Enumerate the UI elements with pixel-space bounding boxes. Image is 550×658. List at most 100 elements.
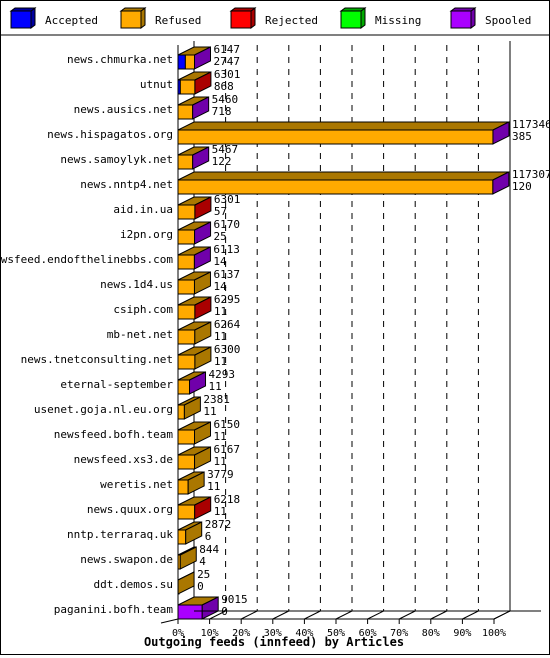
bar-row: ddt.demos.su250 — [94, 568, 210, 595]
category-label: news.1d4.us — [100, 278, 173, 291]
legend: Accepted Refused Rejected Missing Spooled — [9, 7, 531, 29]
bar-segment-refused — [177, 204, 196, 220]
bar-row: news.quux.org621811 — [87, 493, 240, 520]
x-tick-depth — [240, 610, 258, 620]
bar-row: news.hispagatos.org117346385 — [47, 118, 550, 145]
x-tick-depth — [272, 610, 290, 620]
bar-segment-refused — [177, 104, 194, 120]
category-label: paganini.bofh.team — [54, 603, 174, 616]
legend-swatch — [120, 10, 142, 29]
legend-swatch-top — [339, 7, 367, 12]
bar-value-secondary: 11 — [214, 305, 227, 318]
bar-value-secondary: 4 — [199, 555, 206, 568]
legend-swatch-top — [9, 7, 37, 12]
category-label: eternal-september — [60, 378, 173, 391]
bar-segment-refused — [184, 54, 195, 70]
bar-value-secondary: 11 — [209, 380, 222, 393]
bar-row: news.swapon.de8444 — [80, 543, 220, 570]
x-tick-depth — [493, 610, 511, 620]
bar-value-secondary: 14 — [213, 255, 227, 268]
bar-value-secondary: 11 — [214, 355, 227, 368]
bar-segment-refused — [177, 154, 194, 170]
bar-value-secondary: 25 — [214, 230, 227, 243]
legend-swatch — [450, 10, 472, 29]
bar-value-secondary: 120 — [512, 180, 532, 193]
bar-value-secondary: 718 — [212, 105, 232, 118]
x-tick-label: 100% — [482, 628, 506, 639]
bar-row: usenet.goja.nl.eu.org238111 — [34, 393, 230, 420]
bar-segment-refused — [177, 379, 191, 395]
bar-value-secondary: 0 — [197, 580, 204, 593]
bar-row: news.nntp4.net117307120 — [80, 168, 550, 195]
bar-top-face — [177, 121, 510, 131]
bar-row: news.tnetconsulting.net630011 — [21, 343, 240, 370]
chart: Accepted Refused Rejected Missing Spooled ne… — [0, 7, 550, 649]
x-tick-depth — [304, 610, 321, 620]
category-label: nntp.terraraq.uk — [67, 528, 173, 541]
bar-segment-refused — [177, 229, 196, 245]
bar-row: i2pn.org617025 — [120, 218, 240, 245]
category-label: aid.in.ua — [113, 203, 173, 216]
bar-value-secondary: 11 — [203, 405, 216, 418]
x-tick-label: 80% — [422, 628, 440, 639]
category-label: csiph.com — [113, 303, 173, 316]
bar-segment-refused — [177, 304, 196, 320]
legend-item-spooled: Spooled — [449, 7, 531, 29]
bar-segment-refused — [177, 129, 494, 145]
category-label: newsfeed.xs3.de — [74, 453, 173, 466]
category-label: usenet.goja.nl.eu.org — [34, 403, 173, 416]
bar-value-secondary: 57 — [214, 205, 227, 218]
category-label: ddt.demos.su — [94, 578, 173, 591]
x-tick-depth — [335, 610, 353, 620]
category-label: i2pn.org — [120, 228, 173, 241]
chart-frame: Accepted Refused Rejected Missing Spooled ne… — [0, 0, 550, 655]
legend-swatch — [230, 10, 252, 29]
legend-label: Spooled — [485, 14, 531, 27]
category-label: news.hispagatos.org — [47, 128, 173, 141]
legend-swatch-top — [449, 7, 477, 12]
bar-segment-refused — [179, 79, 196, 95]
bar-row: news.ausics.net5460718 — [74, 93, 238, 120]
legend-item-missing: Missing — [339, 7, 421, 29]
bar-row: weretis.net377911 — [100, 468, 234, 495]
category-label: news.samoylyk.net — [60, 153, 173, 166]
bar-segment-refused — [177, 354, 196, 370]
bar-row: newsfeed.endofthelinebbs.com611314 — [0, 243, 240, 270]
x-tick-depth — [430, 610, 448, 620]
bar-segment-refused — [177, 529, 187, 545]
category-label: news.ausics.net — [74, 103, 173, 116]
bar-value-secondary: 122 — [212, 155, 232, 168]
bar-segment-refused — [177, 429, 196, 445]
bar-row: eternal-september429311 — [60, 368, 235, 395]
x-tick-depth — [367, 610, 384, 620]
bar-segment-refused — [177, 279, 195, 295]
legend-swatch-top — [119, 7, 147, 12]
legend-swatch — [10, 10, 32, 29]
category-label: weretis.net — [100, 478, 173, 491]
bar-row: mb-net.net626411 — [107, 318, 241, 345]
bar-row: news.samoylyk.net5467122 — [60, 143, 238, 170]
bar-segment-refused — [177, 479, 189, 495]
bar-segment-accepted — [177, 54, 186, 70]
legend-item-accepted: Accepted — [9, 7, 98, 29]
bar-value-secondary: 11 — [214, 430, 227, 443]
bar-value-secondary: 385 — [512, 130, 532, 143]
category-label: newsfeed.endofthelinebbs.com — [1, 253, 173, 266]
bar-row: newsfeed.bofh.team615011 — [54, 418, 240, 445]
legend-label: Missing — [375, 14, 421, 27]
bar-segment-refused — [177, 404, 185, 420]
legend-label: Refused — [155, 14, 201, 27]
bar-value-secondary: 11 — [214, 330, 227, 343]
legend-swatch-top — [229, 7, 257, 12]
legend-item-rejected: Rejected — [229, 7, 318, 29]
legend-swatch — [340, 10, 362, 29]
bar-value-secondary: 11 — [214, 455, 227, 468]
category-label: mb-net.net — [107, 328, 173, 341]
x-tick-depth — [398, 610, 416, 620]
category-label: news.swapon.de — [80, 553, 173, 566]
category-label: news.nntp4.net — [80, 178, 173, 191]
legend-item-refused: Refused — [119, 7, 201, 29]
bar-row: utnut6301868 — [140, 68, 240, 95]
bar-value-secondary: 868 — [214, 80, 234, 93]
bar-value-secondary: 14 — [213, 280, 227, 293]
